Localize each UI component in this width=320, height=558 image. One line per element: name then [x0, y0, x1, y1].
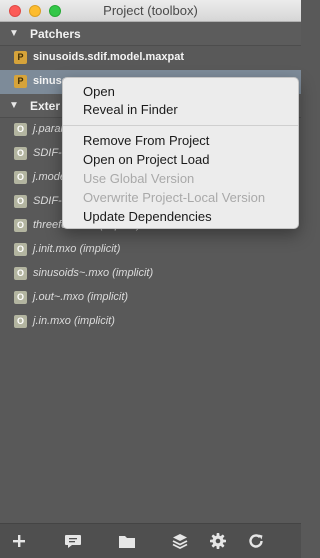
- external-row[interactable]: O j.init.mxo (implicit): [0, 238, 301, 262]
- window-titlebar[interactable]: Project (toolbox): [0, 0, 301, 22]
- external-icon: O: [14, 291, 27, 304]
- gear-icon[interactable]: [208, 531, 228, 551]
- external-row[interactable]: O j.out~.mxo (implicit): [0, 286, 301, 310]
- external-icon: O: [14, 267, 27, 280]
- external-icon: O: [14, 315, 27, 328]
- menu-item-update-dependencies[interactable]: Update Dependencies: [83, 209, 212, 224]
- file-name: j.in.mxo (implicit): [33, 315, 115, 327]
- refresh-icon[interactable]: [246, 531, 266, 551]
- external-icon: O: [14, 147, 27, 160]
- external-icon: O: [14, 171, 27, 184]
- file-name: sinusoids~.mxo (implicit): [33, 267, 154, 279]
- window-title: Project (toolbox): [103, 3, 198, 18]
- comment-icon[interactable]: [63, 531, 83, 551]
- file-name: j.out~.mxo (implicit): [33, 291, 129, 303]
- section-header-patchers[interactable]: ▼ Patchers: [0, 22, 301, 46]
- file-name: j.init.mxo (implicit): [33, 243, 121, 255]
- disclosure-triangle-icon[interactable]: ▼: [9, 28, 19, 39]
- disclosure-triangle-icon[interactable]: ▼: [9, 100, 19, 111]
- external-row[interactable]: O sinusoids~.mxo (implicit): [0, 262, 301, 286]
- menu-item-open-on-project-load[interactable]: Open on Project Load: [83, 152, 209, 167]
- add-icon[interactable]: [9, 531, 29, 551]
- bottom-toolbar: [0, 523, 301, 558]
- menu-item-reveal-in-finder[interactable]: Reveal in Finder: [83, 102, 178, 117]
- patcher-row[interactable]: P sinusoids.sdif.model.maxpat: [0, 46, 301, 70]
- menu-item-remove-from-project[interactable]: Remove From Project: [83, 133, 209, 148]
- external-icon: O: [14, 123, 27, 136]
- folder-icon[interactable]: [117, 531, 137, 551]
- menu-item-use-global-version: Use Global Version: [83, 171, 195, 186]
- external-icon: O: [14, 195, 27, 208]
- context-menu: Open Reveal in Finder Remove From Projec…: [62, 77, 299, 229]
- menu-separator: [63, 125, 298, 126]
- patcher-icon: P: [14, 75, 27, 88]
- section-label: Exter: [30, 99, 61, 113]
- menu-item-open[interactable]: Open: [83, 84, 115, 99]
- file-name: sinusoids.sdif.model.maxpat: [33, 51, 184, 63]
- menu-item-overwrite-project-local-version: Overwrite Project-Local Version: [83, 190, 266, 205]
- patcher-icon: P: [14, 51, 27, 64]
- file-name: SDIF-t: [33, 195, 65, 207]
- external-icon: O: [14, 243, 27, 256]
- layers-icon[interactable]: [170, 531, 190, 551]
- external-icon: O: [14, 219, 27, 232]
- external-row[interactable]: O j.in.mxo (implicit): [0, 310, 301, 334]
- section-label: Patchers: [30, 27, 81, 41]
